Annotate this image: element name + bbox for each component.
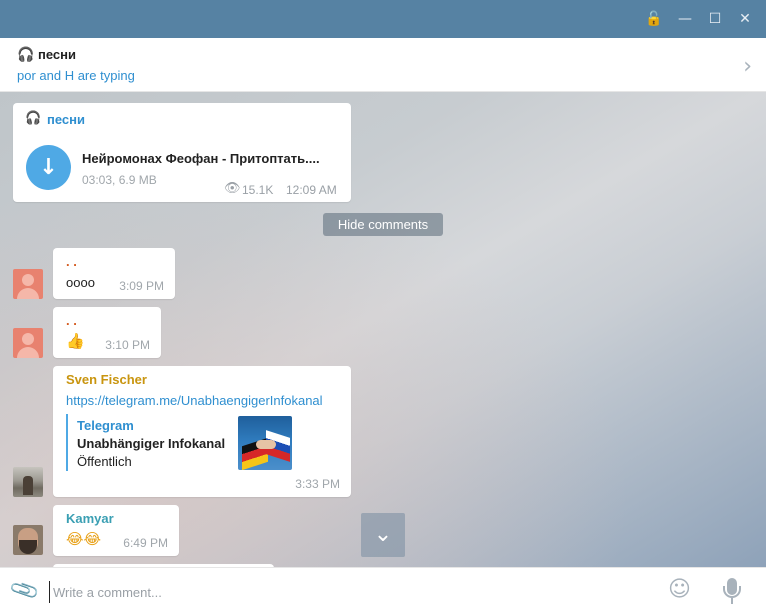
sender-name[interactable]: . . <box>66 313 77 328</box>
minimize-button[interactable]: — <box>674 8 696 30</box>
eye-icon: 👁 <box>224 181 241 196</box>
scroll-down-button[interactable]: ⌄ <box>361 513 405 557</box>
message-text: oooo <box>66 275 95 290</box>
comment-input[interactable] <box>49 581 649 603</box>
headphones-icon: 🎧 <box>25 111 42 126</box>
sender-name[interactable]: Kamyar <box>66 511 114 526</box>
avatar[interactable] <box>13 328 43 358</box>
preview-site-name: Telegram <box>77 418 134 433</box>
headphones-icon: 🎧 <box>17 47 35 63</box>
comment-composer: 📎 ☺ <box>0 567 766 615</box>
view-count: 15.1K <box>242 183 274 197</box>
message-time: 3:09 PM <box>119 279 164 293</box>
typing-status: por and H are typing <box>17 68 135 83</box>
post-time: 12:09 AM <box>286 183 337 197</box>
message-time: 3:10 PM <box>105 338 150 352</box>
download-button[interactable]: ↓ <box>26 145 71 190</box>
message-time: 6:49 PM <box>123 536 168 550</box>
hide-comments-button[interactable]: Hide comments <box>323 213 443 236</box>
thumbs-up-icon: 👍 <box>66 332 85 350</box>
laughing-emoji-icon: 😂😂 <box>66 530 102 548</box>
window-titlebar: 🔓 — ☐ ✕ <box>0 0 766 38</box>
microphone-icon[interactable] <box>720 576 744 606</box>
chat-header[interactable]: 🎧 песни por and H are typing › <box>0 38 766 92</box>
channel-post: 🎧 песни ↓ Нейромонах Феофан - Притоптать… <box>13 103 351 202</box>
message-link[interactable]: https://telegram.me/UnabhaengigerInfokan… <box>66 393 323 408</box>
chevron-right-icon[interactable]: › <box>743 54 752 79</box>
paperclip-icon[interactable]: 📎 <box>8 573 42 606</box>
channel-title: песни <box>38 47 76 62</box>
emoji-icon[interactable]: ☺ <box>668 577 691 602</box>
audio-meta: 03:03, 6.9 MB <box>82 173 157 187</box>
preview-thumbnail[interactable] <box>238 416 292 470</box>
link-preview[interactable]: Telegram Unabhängiger Infokanal Öffentli… <box>66 414 292 471</box>
audio-title: Нейромонах Феофан - Притоптать.... <box>82 151 320 166</box>
sender-name[interactable]: Sven Fischer <box>66 372 147 387</box>
message-bubble: Kamyar 😂😂 6:49 PM <box>53 505 179 556</box>
lock-icon[interactable]: 🔓 <box>643 8 665 30</box>
chat-area[interactable]: 🎧 песни ↓ Нейромонах Феофан - Притоптать… <box>0 92 766 567</box>
close-button[interactable]: ✕ <box>734 8 756 30</box>
message-time: 3:33 PM <box>295 477 340 491</box>
preview-description: Öffentlich <box>77 454 132 469</box>
avatar[interactable] <box>13 525 43 555</box>
preview-title: Unabhängiger Infokanal <box>77 436 226 451</box>
message-bubble: . . 👍 3:10 PM <box>53 307 161 358</box>
message-bubble: . . oooo 3:09 PM <box>53 248 175 299</box>
sender-name[interactable]: . . <box>66 254 77 269</box>
post-channel-name[interactable]: песни <box>47 112 85 127</box>
message-bubble: Sven Fischer https://telegram.me/Unabhae… <box>53 366 351 497</box>
avatar[interactable] <box>13 467 43 497</box>
avatar[interactable] <box>13 269 43 299</box>
maximize-button[interactable]: ☐ <box>704 8 726 30</box>
